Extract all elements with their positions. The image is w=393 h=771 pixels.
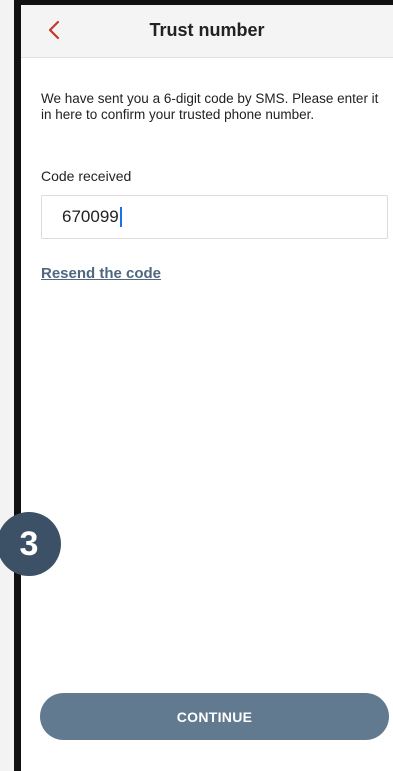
text-caret [119,207,122,227]
app-screen: Trust number We have sent you a 6-digit … [21,5,393,771]
device-left-border [0,0,21,771]
code-input[interactable]: 670099 [41,195,388,239]
step-number-badge: 3 [0,512,61,576]
page-title: Trust number [149,20,265,40]
code-field-label: Code received [41,168,132,184]
nav-header: Trust number [21,5,393,58]
continue-button[interactable]: CONTINUE [40,693,389,740]
phone-frame: Trust number We have sent you a 6-digit … [0,0,393,771]
instructions-text: We have sent you a 6-digit code by SMS. … [41,91,379,122]
code-input-value: 670099 [62,207,119,226]
resend-code-link[interactable]: Resend the code [41,265,161,282]
